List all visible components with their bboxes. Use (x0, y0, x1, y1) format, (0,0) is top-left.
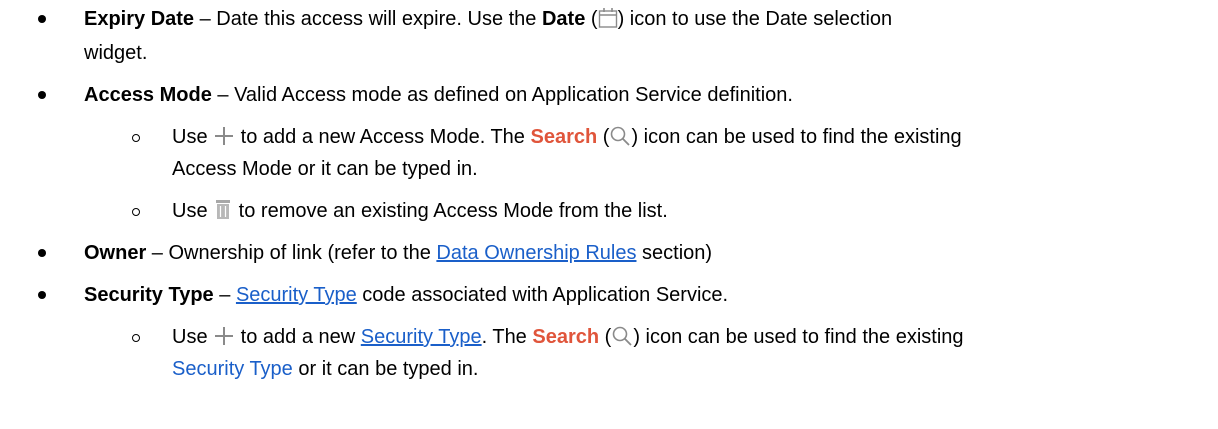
search-icon (611, 325, 633, 356)
search-label: Search (530, 126, 598, 148)
item-label: Access Mode (84, 84, 212, 106)
item-label: Owner (84, 242, 147, 264)
search-label: Search (532, 326, 600, 348)
trash-icon (213, 199, 233, 230)
bullet (38, 249, 46, 257)
calendar-icon (598, 7, 618, 38)
bullet (38, 15, 46, 23)
search-icon (609, 125, 631, 156)
sub-bullet (132, 334, 140, 342)
document-page: Expiry Date – Date this access will expi… (0, 0, 1218, 429)
data-ownership-rules-link[interactable]: Data Ownership Rules (436, 242, 636, 264)
sub-bullet (132, 208, 140, 216)
sub-bullet (132, 134, 140, 142)
security-type-link[interactable]: Security Type (361, 326, 482, 348)
plus-icon (213, 325, 235, 356)
bullet (38, 291, 46, 299)
security-type-link[interactable]: Security Type (172, 358, 293, 380)
item-label: Security Type (84, 284, 214, 306)
item-text-continued: widget. (84, 42, 148, 64)
bullet (38, 91, 46, 99)
item-text-continued: Access Mode or it can be typed in. (172, 158, 478, 180)
item-text-continued: Security Type or it can be typed in. (172, 358, 479, 380)
item-label: Expiry Date (84, 8, 195, 30)
security-type-link[interactable]: Security Type (236, 284, 357, 306)
plus-icon (213, 125, 235, 156)
